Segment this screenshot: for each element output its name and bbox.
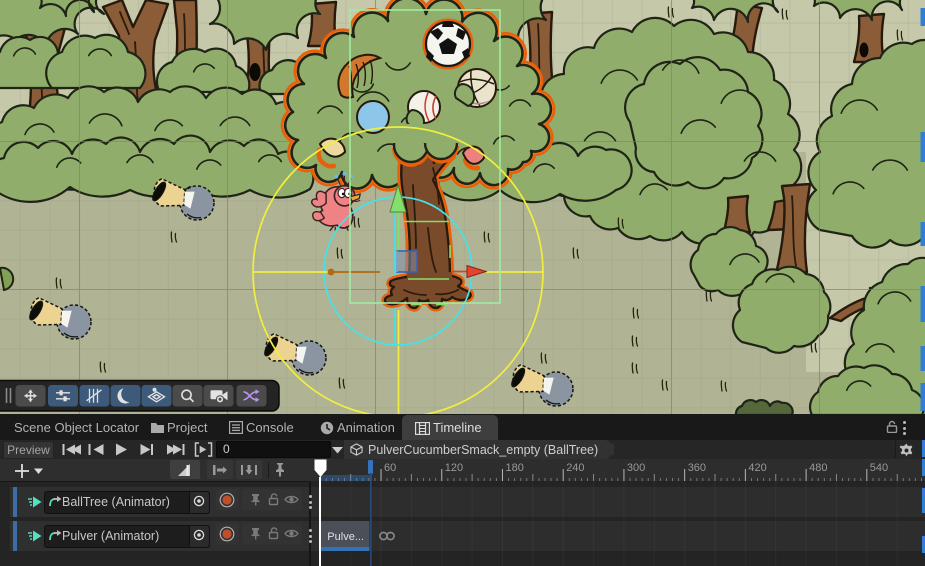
svg-text:420: 420 bbox=[748, 462, 766, 474]
svg-text:60: 60 bbox=[384, 462, 396, 474]
svg-text:240: 240 bbox=[566, 462, 584, 474]
svg-text:Pulve...: Pulve... bbox=[327, 531, 364, 543]
svg-text:540: 540 bbox=[870, 462, 888, 474]
svg-text:300: 300 bbox=[627, 462, 645, 474]
svg-text:120: 120 bbox=[445, 462, 463, 474]
svg-text:360: 360 bbox=[688, 462, 706, 474]
svg-text:180: 180 bbox=[506, 462, 524, 474]
svg-text:480: 480 bbox=[809, 462, 827, 474]
